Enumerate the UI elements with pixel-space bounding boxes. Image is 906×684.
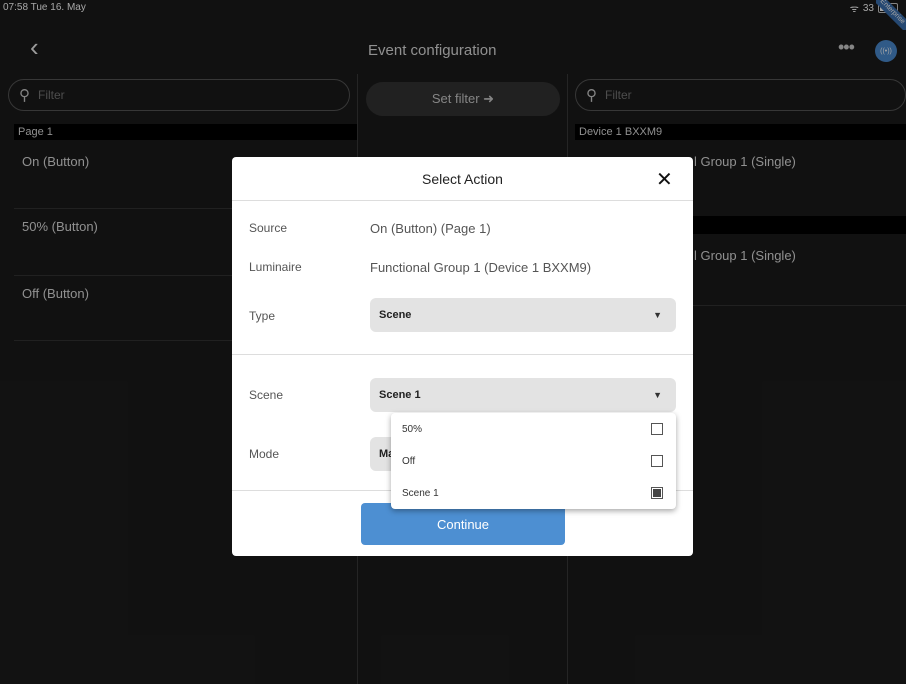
luminaire-value: Functional Group 1 (Device 1 BXXM9): [370, 260, 592, 275]
type-select[interactable]: Scene ▼: [370, 298, 676, 332]
option-checkbox[interactable]: [651, 423, 663, 435]
divider: [232, 200, 693, 201]
luminaire-label: Luminaire: [249, 260, 302, 274]
source-value: On (Button) (Page 1): [370, 221, 491, 236]
mode-label: Mode: [249, 447, 280, 461]
dropdown-option[interactable]: 50%: [402, 424, 422, 435]
chevron-down-icon: ▼: [653, 390, 662, 400]
dialog-title: Select Action: [422, 171, 503, 187]
dropdown-option[interactable]: Scene 1: [402, 488, 439, 499]
type-select-value: Scene: [379, 309, 412, 321]
option-checkbox-checked[interactable]: [651, 487, 663, 499]
divider: [232, 354, 693, 355]
scene-dropdown: 50% Off Scene 1: [391, 413, 676, 509]
option-checkbox[interactable]: [651, 455, 663, 467]
close-icon[interactable]: ✕: [656, 167, 673, 192]
source-label: Source: [249, 221, 288, 235]
scene-select[interactable]: Scene 1 ▼: [370, 378, 676, 412]
chevron-down-icon: ▼: [653, 310, 662, 320]
scene-select-value: Scene 1: [379, 389, 421, 401]
dropdown-option[interactable]: Off: [402, 456, 415, 467]
type-label: Type: [249, 309, 276, 323]
scene-label: Scene: [249, 388, 284, 402]
continue-button[interactable]: Continue: [361, 503, 565, 545]
